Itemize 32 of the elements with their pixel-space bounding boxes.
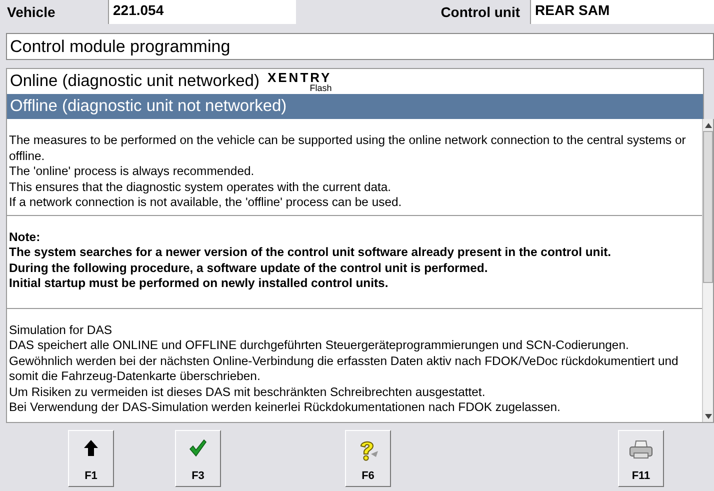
function-key-button[interactable]: F11 [618, 430, 664, 487]
window-title: Control module programming [6, 33, 714, 60]
vehicle-field: 221.054 [108, 0, 296, 24]
up-arrow-icon [83, 439, 99, 457]
function-key-button[interactable]: F1 [68, 430, 114, 487]
scroll-thumb[interactable] [703, 131, 713, 283]
checkmark-icon [189, 439, 207, 457]
info-text: Bei Verwendung der DAS-Simulation werden keinerlei Rückdokumentationen nach FDOK zugelassen. [9, 400, 562, 416]
info-text: The measures to be performed on the vehicle can be supported using the online network connection to the central systems or offline. [9, 133, 687, 164]
info-text: Um Risiken zu vermeiden ist dieses DAS mit beschränkten Schreibrechten ausgestattet. [9, 384, 486, 400]
info-text: The 'online' process is always recommended. [9, 164, 256, 180]
control-unit-field: REAR SAM [530, 0, 714, 24]
printer-icon [629, 439, 653, 459]
vehicle-label: Vehicle [7, 4, 56, 20]
info-text: Note: [9, 230, 42, 245]
info-text: Initial startup must be performed on newly installed control units. [9, 276, 390, 292]
control-unit-label: Control unit [440, 4, 520, 20]
option-item[interactable]: Offline (diagnostic unit not networked) [7, 94, 703, 119]
info-text: If a network connection is not available, the 'offline' process can be used. [9, 195, 403, 210]
logo-subtext: Flash [310, 84, 332, 92]
scroll-down-icon[interactable] [703, 410, 713, 422]
info-text: This ensures that the diagnostic system operates with the current data. [9, 180, 392, 195]
scroll-up-icon[interactable] [703, 119, 713, 131]
info-text: DAS speichert alle ONLINE und OFFLINE durchgeführten Steuergeräteprogrammierungen und SCN-Codierungen. [9, 338, 630, 354]
info-text: Simulation for DAS [9, 322, 113, 338]
function-key-button[interactable]: F3 [175, 430, 221, 487]
scrollbar[interactable] [702, 119, 713, 422]
info-text: Gewöhnlich werden bei der nächsten Online-Verbindung die erfassten Daten aktiv nach FDOK/VeDoc rückdokumentiert und somit die Fahrzeug-Datenkarte überschrieben. [9, 354, 680, 384]
logo-text: XENTRY [267, 70, 332, 84]
function-key-button[interactable]: F6 [345, 430, 391, 487]
info-text: The system searches for a newer version of the control unit software already present in the control unit. [9, 245, 612, 260]
info-text: During the following procedure, a software update of the control unit is performed. [9, 260, 489, 276]
